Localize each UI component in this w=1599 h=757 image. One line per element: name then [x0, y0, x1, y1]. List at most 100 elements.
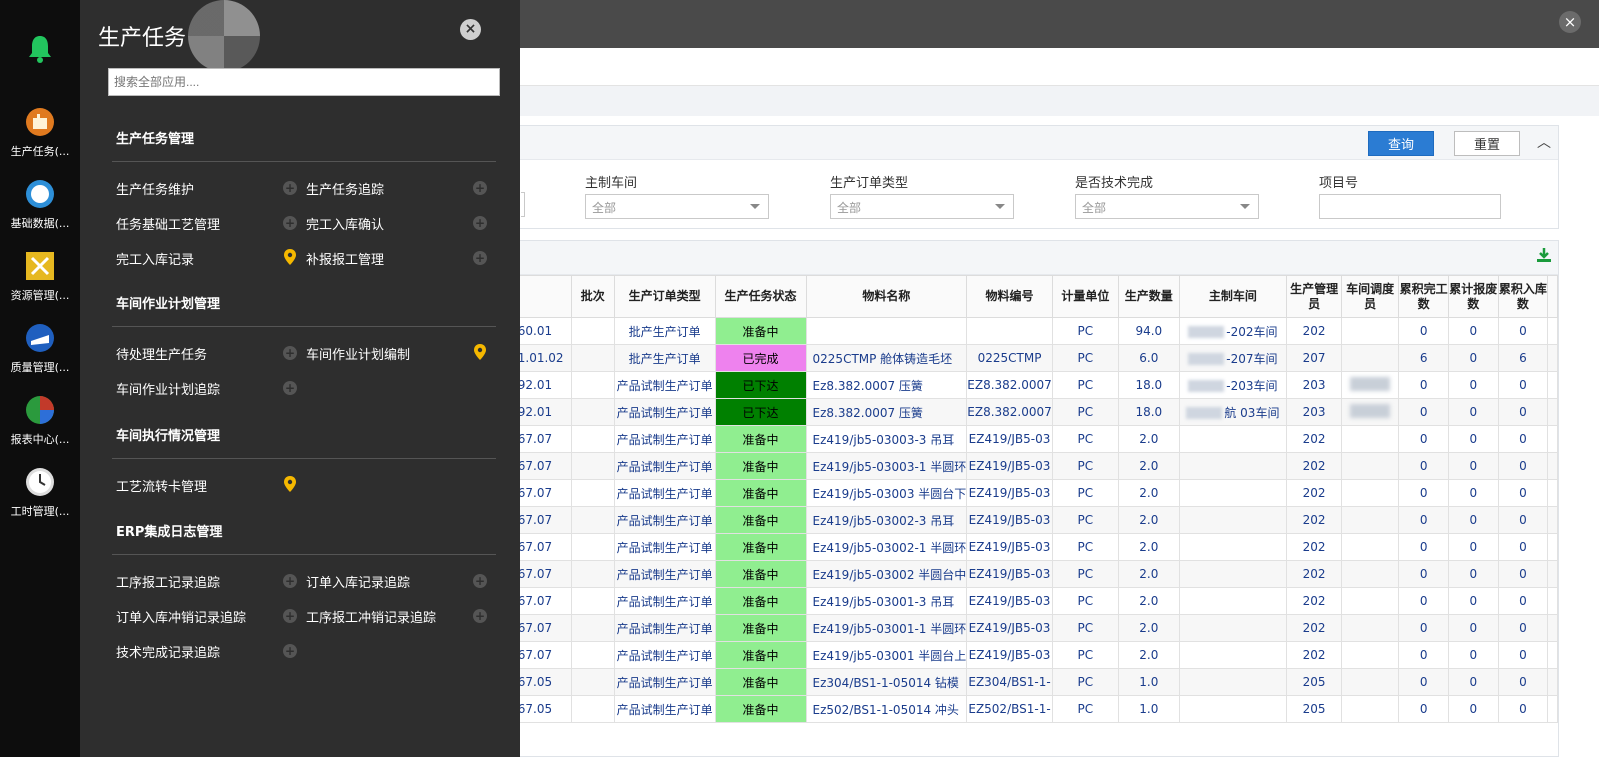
filter-order-type-select[interactable]: 全部 [830, 194, 1014, 219]
rail-item-3[interactable]: 质量管理(... [0, 313, 80, 385]
cell-c3: 0 [1497, 668, 1549, 696]
pin-icon[interactable] [283, 249, 297, 265]
drawer-section-title: 车间执行情况管理 [116, 429, 221, 444]
workshop-text: -207车间 [1226, 351, 1278, 366]
redacted-value [1188, 353, 1225, 365]
cell-mat: Ez8.382.0007 压簧 [805, 398, 968, 426]
cell-c1: 0 [1398, 479, 1449, 507]
column-header-scheduler-col[interactable]: 车间调度员 [1340, 275, 1400, 318]
overflow-cell [1547, 533, 1558, 561]
cell-unit: PC [1051, 317, 1119, 345]
chevron-up-icon[interactable]: ︿ [1537, 132, 1551, 152]
cell-status: 准备中 [714, 479, 807, 507]
cell-batch [570, 452, 615, 480]
add-favorite-icon[interactable]: + [473, 181, 487, 195]
column-header-workshop-col[interactable]: 主制车间 [1178, 275, 1288, 318]
column-header-completed-col[interactable]: 累积完工数 [1398, 275, 1449, 318]
drawer-menu-item[interactable]: 生产任务追踪 [306, 179, 384, 198]
column-header-overflow-col[interactable] [1547, 275, 1558, 318]
drawer-section-title: 车间作业计划管理 [116, 297, 221, 312]
cell-qty: 2.0 [1117, 560, 1180, 588]
pin-icon[interactable] [473, 344, 487, 360]
add-favorite-icon[interactable]: + [473, 251, 487, 265]
reset-button[interactable]: 重置 [1454, 131, 1520, 156]
rail-item-label: 质量管理(... [10, 361, 70, 374]
filter-project-no-label: 项目号 [1319, 176, 1359, 191]
filter-workshop-select[interactable]: 全部 [585, 194, 769, 219]
cell-code: EZ8.382.0007 [966, 398, 1053, 426]
add-favorite-icon[interactable]: + [473, 216, 487, 230]
overflow-cell [1547, 317, 1558, 345]
drawer-menu-item[interactable]: 待处理生产任务 [116, 344, 207, 363]
column-header-order-type-col[interactable]: 生产订单类型 [613, 275, 716, 318]
drawer-menu-item[interactable]: 补报报工管理 [306, 249, 384, 268]
rail-item-1[interactable]: 基础数据(... [0, 169, 80, 241]
cell-c1: 0 [1398, 398, 1449, 426]
cell-code: EZ419/JB5-03 [966, 425, 1053, 453]
column-header-unit-col[interactable]: 计量单位 [1051, 275, 1119, 318]
window-close-icon[interactable]: × [1559, 11, 1581, 33]
drawer-menu-item[interactable]: 完工入库确认 [306, 214, 384, 233]
add-favorite-icon[interactable]: + [283, 644, 297, 658]
cell-c1: 0 [1398, 560, 1449, 588]
drawer-menu-item[interactable]: 工艺流转卡管理 [116, 476, 207, 495]
drawer-menu-item[interactable]: 订单入库冲销记录追踪 [116, 607, 246, 626]
cell-c2: 0 [1447, 317, 1499, 345]
cell-mgr: 202 [1286, 479, 1342, 507]
drawer-menu-item[interactable]: 工序报工冲销记录追踪 [306, 607, 436, 626]
redacted-value [1188, 326, 1225, 338]
add-favorite-icon[interactable]: + [283, 609, 297, 623]
drawer-menu-item[interactable]: 任务基础工艺管理 [116, 214, 220, 233]
cell-qty: 6.0 [1117, 344, 1180, 372]
download-icon[interactable] [1536, 247, 1552, 263]
drawer-menu-item[interactable]: 工序报工记录追踪 [116, 572, 220, 591]
cell-c2: 0 [1447, 506, 1499, 534]
drawer-menu-item[interactable]: 订单入库记录追踪 [306, 572, 410, 591]
column-header-qty-col[interactable]: 生产数量 [1117, 275, 1180, 318]
add-favorite-icon[interactable]: + [283, 574, 297, 588]
project-no-input[interactable] [1319, 194, 1501, 219]
cell-unit: PC [1051, 560, 1119, 588]
drawer-menu-item[interactable]: 完工入库记录 [116, 249, 194, 268]
column-header-material-name-col[interactable]: 物料名称 [805, 275, 968, 318]
drawer-close-icon[interactable]: × [460, 19, 481, 40]
add-favorite-icon[interactable]: + [283, 346, 297, 360]
cell-unit: PC [1051, 614, 1119, 642]
filter-tech-complete-select[interactable]: 全部 [1075, 194, 1259, 219]
cell-sched [1340, 533, 1400, 561]
cell-c2: 0 [1447, 452, 1499, 480]
rail-item-2[interactable]: 资源管理(... [0, 241, 80, 313]
add-favorite-icon[interactable]: + [283, 216, 297, 230]
cell-ws [1178, 668, 1288, 696]
cell-mgr: 202 [1286, 587, 1342, 615]
rail-item-0[interactable]: 生产任务(... [0, 97, 80, 169]
column-header-manager-col[interactable]: 生产管理员 [1286, 275, 1342, 318]
cell-ws: -203车间 [1178, 371, 1288, 399]
drawer-menu-item[interactable]: 车间作业计划编制 [306, 344, 410, 363]
rail-item-5[interactable]: 工时管理(... [0, 457, 80, 529]
cell-type: 产品试制生产订单 [613, 614, 716, 642]
cell-mat: Ez419/jb5-03002-3 吊耳 [805, 506, 968, 534]
column-header-material-code-col[interactable]: 物料编号 [966, 275, 1053, 318]
pin-icon[interactable] [283, 476, 297, 492]
rail-item-4[interactable]: 报表中心(... [0, 385, 80, 457]
overflow-cell [1547, 641, 1558, 669]
column-header-scrapped-col[interactable]: 累计报废数 [1447, 275, 1499, 318]
drawer-divider [112, 161, 496, 162]
query-button[interactable]: 查询 [1368, 131, 1434, 156]
drawer-menu-item[interactable]: 生产任务维护 [116, 179, 194, 198]
add-favorite-icon[interactable]: + [473, 574, 487, 588]
add-favorite-icon[interactable]: + [473, 609, 487, 623]
column-header-stored-col[interactable]: 累积入库数 [1497, 275, 1549, 318]
cell-mat: Ez419/jb5-03001-1 半圆环 [805, 614, 968, 642]
add-favorite-icon[interactable]: + [283, 181, 297, 195]
column-header-status-col[interactable]: 生产任务状态 [714, 275, 807, 318]
add-favorite-icon[interactable]: + [283, 381, 297, 395]
column-header-batch-col[interactable]: 批次 [570, 275, 615, 318]
hidden-field-stub[interactable] [521, 192, 525, 217]
bell-icon[interactable] [27, 34, 53, 64]
drawer-menu-item[interactable]: 车间作业计划追踪 [116, 379, 220, 398]
app-search-input[interactable] [108, 68, 500, 96]
drawer-menu-item[interactable]: 技术完成记录追踪 [116, 642, 220, 661]
cell-qty: 18.0 [1117, 371, 1180, 399]
